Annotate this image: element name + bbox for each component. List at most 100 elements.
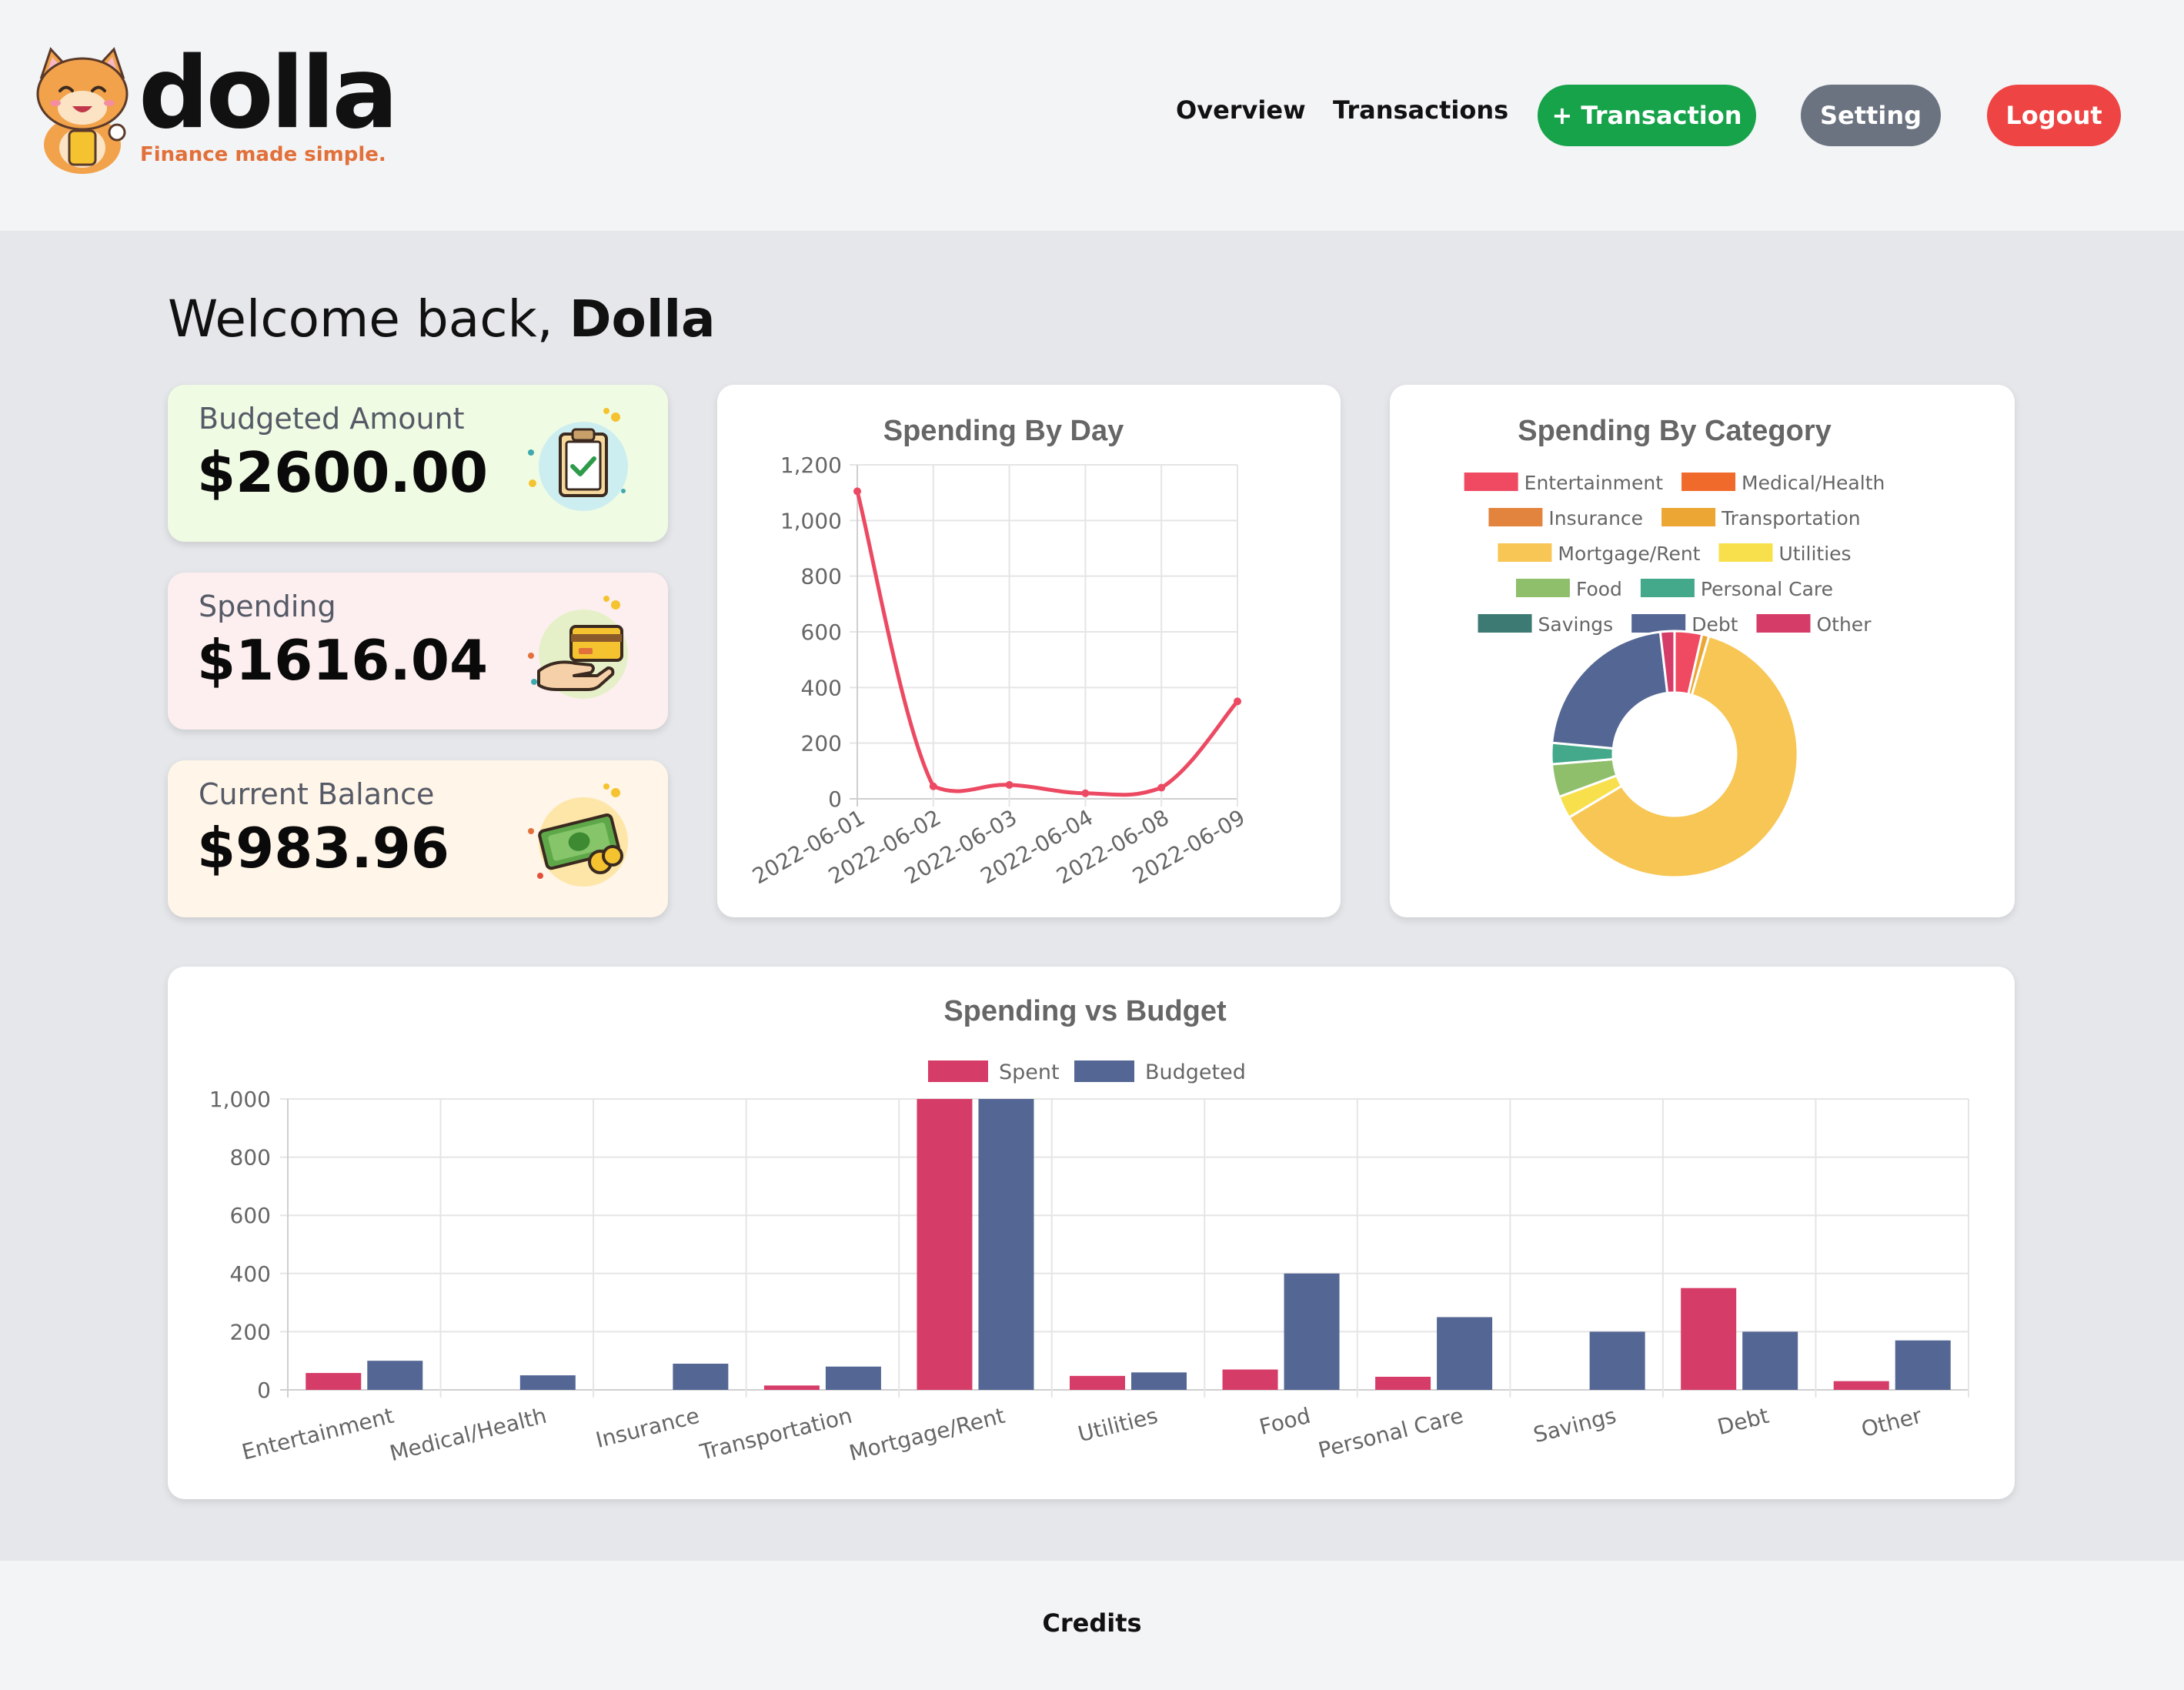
brand-tagline: Finance made simple. (140, 143, 386, 166)
welcome-prefix: Welcome back, (168, 289, 569, 349)
x-tick-label: Medical/Health (387, 1403, 549, 1466)
bar-budgeted[interactable] (1131, 1372, 1187, 1390)
x-tick-label: Insurance (593, 1403, 702, 1453)
bar-budgeted[interactable] (519, 1375, 576, 1390)
bar-budgeted[interactable] (1742, 1331, 1798, 1390)
line-point[interactable] (1081, 789, 1090, 797)
credits-link[interactable]: Credits (0, 1608, 2184, 1638)
legend-swatch[interactable] (928, 1060, 988, 1082)
bar-budgeted[interactable] (367, 1361, 423, 1390)
brand-name[interactable]: dolla (139, 40, 399, 148)
line-point[interactable] (1157, 783, 1166, 792)
nav-transactions-link[interactable]: Transactions (1333, 95, 1508, 125)
x-tick-label: Food (1257, 1403, 1313, 1440)
legend-swatch[interactable] (1640, 579, 1695, 597)
bar-budgeted[interactable] (1437, 1317, 1493, 1391)
bar-budgeted[interactable] (978, 1099, 1034, 1390)
legend-label[interactable]: Food (1576, 578, 1622, 600)
legend-swatch[interactable] (1488, 508, 1543, 526)
add-transaction-button[interactable]: + Transaction (1538, 85, 1756, 146)
bar-budgeted[interactable] (1589, 1331, 1645, 1390)
bar-spent[interactable] (1070, 1375, 1125, 1390)
legend-label[interactable]: Medical/Health (1742, 472, 1885, 494)
legend-label[interactable]: Entertainment (1524, 472, 1664, 494)
spending-by-category-card: Spending By Category Entertainment Medica… (1390, 385, 2015, 917)
x-tick-label: Savings (1531, 1403, 1618, 1448)
legend-label[interactable]: Savings (1538, 613, 1614, 636)
clipboard-check-icon (528, 408, 628, 511)
bar-spent[interactable] (1681, 1288, 1737, 1390)
legend-label[interactable]: Other (1816, 613, 1872, 636)
legend-swatch[interactable] (1631, 614, 1686, 633)
chart-title: Spending By Day (883, 415, 1124, 447)
legend-swatch[interactable] (1074, 1060, 1134, 1082)
legend-label[interactable]: Insurance (1548, 507, 1643, 529)
bar-spent[interactable] (306, 1373, 362, 1390)
x-tick-label: Other (1858, 1403, 1925, 1442)
spending-by-category-chart: Spending By Category Entertainment Medica… (1464, 415, 1885, 879)
y-tick-label: 1,200 (780, 453, 842, 478)
budgeted-amount-card: Budgeted Amount $2600.00 (168, 385, 668, 542)
y-tick-label: 400 (230, 1261, 271, 1287)
legend-label[interactable]: Budgeted (1145, 1060, 1246, 1084)
bar-spent[interactable] (917, 1099, 973, 1390)
y-tick-label: 400 (801, 675, 842, 700)
legend-label[interactable]: Personal Care (1701, 578, 1833, 600)
y-tick-label: 0 (828, 787, 842, 812)
y-tick-label: 1,000 (780, 508, 842, 533)
line-point[interactable] (853, 487, 861, 496)
spending-label: Spending (199, 589, 336, 623)
setting-button[interactable]: Setting (1801, 85, 1941, 146)
y-tick-label: 200 (801, 731, 842, 756)
line-point[interactable] (929, 782, 937, 790)
y-tick-label: 800 (230, 1145, 271, 1171)
legend-swatch[interactable] (1464, 473, 1518, 491)
legend-label[interactable]: Mortgage/Rent (1558, 543, 1700, 565)
footer: Credits (0, 1561, 2184, 1690)
bar-budgeted[interactable] (1895, 1340, 1951, 1390)
top-navbar: dolla Finance made simple. Overview Tran… (0, 0, 2184, 231)
welcome-heading: Welcome back, Dolla (168, 289, 716, 349)
bar-spent[interactable] (1375, 1376, 1431, 1390)
legend-swatch[interactable] (1756, 614, 1811, 633)
bar-spent[interactable] (1222, 1369, 1278, 1390)
y-tick-label: 600 (230, 1203, 271, 1228)
legend-label[interactable]: Spent (999, 1060, 1060, 1084)
legend-swatch[interactable] (1478, 614, 1532, 633)
legend-swatch[interactable] (1661, 508, 1716, 526)
bar-spent[interactable] (763, 1385, 820, 1390)
bar-budgeted[interactable] (673, 1363, 729, 1390)
legend-swatch[interactable] (1498, 543, 1552, 562)
logout-button[interactable]: Logout (1987, 85, 2121, 146)
pie-slice[interactable] (1551, 630, 1669, 750)
budgeted-amount-value: $2600.00 (197, 440, 489, 505)
bar-budgeted[interactable] (825, 1366, 881, 1390)
nav-overview-link[interactable]: Overview (1176, 95, 1306, 125)
bar-spent[interactable] (1833, 1381, 1889, 1390)
welcome-username: Dolla (569, 289, 716, 349)
budgeted-amount-label: Budgeted Amount (199, 402, 465, 436)
legend-swatch[interactable] (1718, 543, 1773, 562)
cat-mascot-logo-icon[interactable] (25, 46, 140, 177)
y-tick-label: 600 (801, 620, 842, 645)
line-point[interactable] (1005, 780, 1014, 789)
y-tick-label: 200 (230, 1319, 271, 1344)
legend-swatch[interactable] (1515, 579, 1570, 597)
y-tick-label: 800 (801, 564, 842, 589)
spending-card: Spending $1616.04 (168, 573, 668, 730)
chart-title: Spending By Category (1518, 415, 1832, 447)
legend-label[interactable]: Utilities (1778, 543, 1851, 565)
x-tick-label: Transportation (696, 1403, 854, 1465)
x-tick-label: Utilities (1075, 1403, 1160, 1448)
line-point[interactable] (1234, 697, 1241, 706)
credit-card-hand-icon (528, 596, 628, 699)
current-balance-value: $983.96 (197, 816, 449, 880)
spending-by-day-card: Spending By Day 0 200 400 600 800 1,000 1,200 … (717, 385, 1341, 917)
chart-title: Spending vs Budget (943, 995, 1227, 1027)
spending-vs-budget-card: Spending vs Budget Spent Budgeted 0 200 400… (168, 967, 2015, 1499)
bar-budgeted[interactable] (1284, 1273, 1340, 1390)
cash-coins-icon (528, 783, 628, 887)
legend-label[interactable]: Transportation (1721, 507, 1861, 529)
y-tick-label: 0 (257, 1378, 271, 1403)
legend-swatch[interactable] (1681, 473, 1736, 491)
